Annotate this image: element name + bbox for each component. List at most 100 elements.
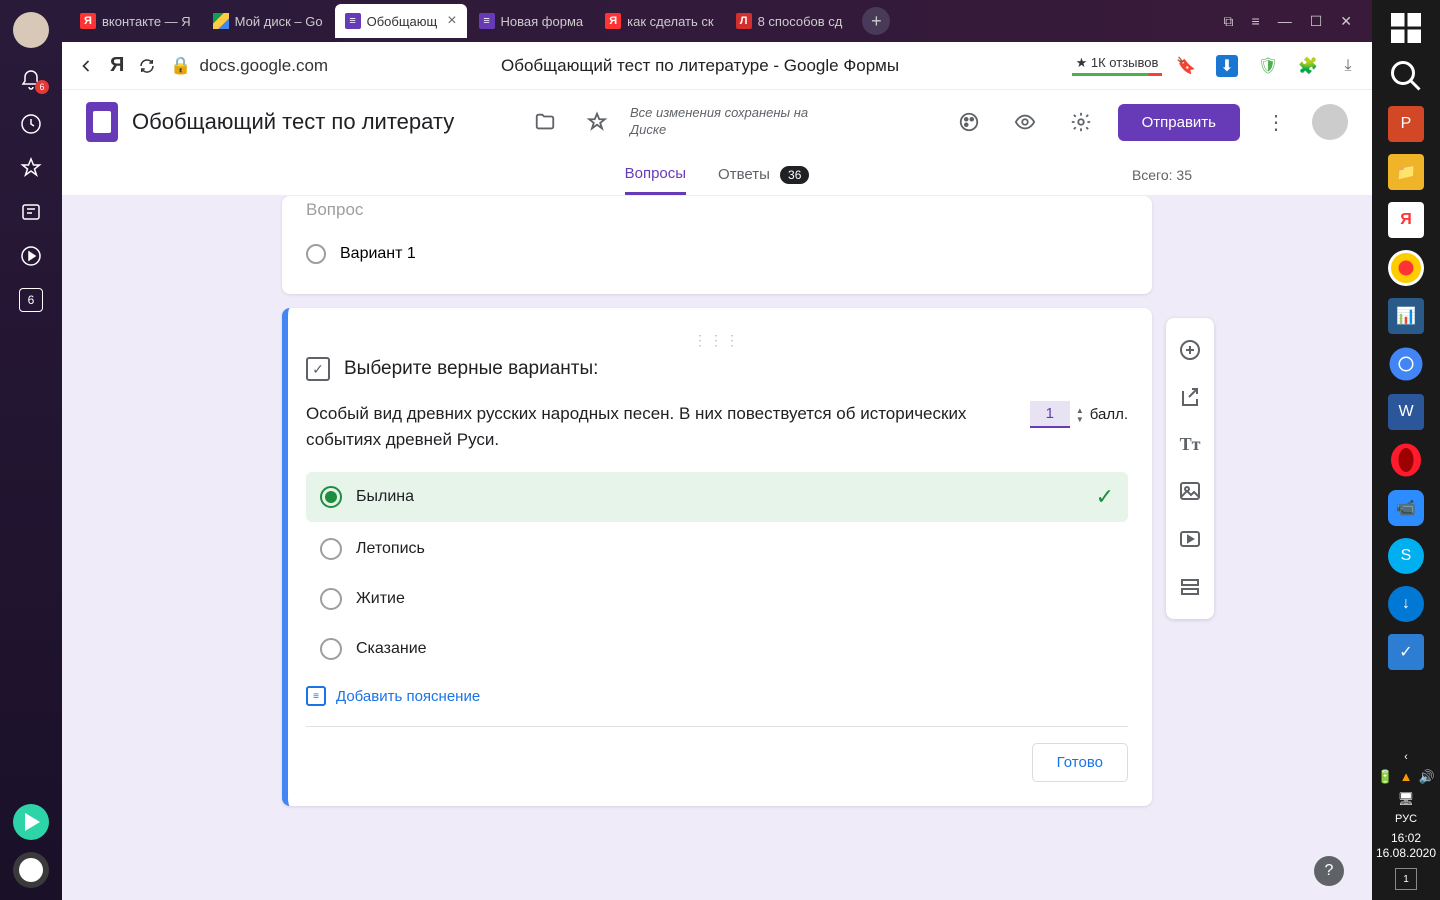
- opera-icon[interactable]: [1388, 442, 1424, 478]
- skype-icon[interactable]: S: [1388, 538, 1424, 574]
- tab-bar: Я вконтакте — Я Мой диск – Go ≡ Обобщающ…: [62, 0, 1372, 42]
- tray-icon[interactable]: ▲: [1400, 769, 1413, 785]
- chevron-up-icon[interactable]: ‹: [1404, 751, 1408, 763]
- yandex-app-icon[interactable]: Я: [1388, 202, 1424, 238]
- bookmark-icon[interactable]: 🔖: [1176, 56, 1196, 76]
- shield-icon[interactable]: 🛡: [1258, 56, 1278, 76]
- answer-option[interactable]: Сказание: [306, 626, 1128, 672]
- minimize-icon[interactable]: —: [1278, 13, 1292, 30]
- media-play-icon[interactable]: [13, 804, 49, 840]
- clock[interactable]: 16:02 16.08.2020: [1376, 831, 1436, 862]
- panel-icon[interactable]: ⧉: [1224, 13, 1234, 30]
- radio-icon: [320, 588, 342, 610]
- tabs-count[interactable]: 6: [19, 288, 43, 312]
- notifications-icon[interactable]: 6: [19, 68, 43, 92]
- yandex-browser-icon[interactable]: [1388, 250, 1424, 286]
- tab-search[interactable]: Я как сделать ск: [595, 4, 723, 38]
- account-avatar[interactable]: [1312, 104, 1348, 140]
- import-icon[interactable]: [1166, 374, 1214, 422]
- points-stepper[interactable]: ▲▼: [1076, 406, 1084, 424]
- answer-option-correct[interactable]: Былина ✓: [306, 472, 1128, 522]
- back-button[interactable]: [76, 56, 96, 76]
- explorer-icon[interactable]: 📁: [1388, 154, 1424, 190]
- close-window-icon[interactable]: ✕: [1340, 13, 1352, 30]
- more-icon[interactable]: ⋮: [1258, 102, 1294, 143]
- app-icon-1[interactable]: 📊: [1388, 298, 1424, 334]
- settings-icon[interactable]: [1062, 103, 1100, 141]
- powerpoint-icon[interactable]: P: [1388, 106, 1424, 142]
- tab-lifehacker[interactable]: Л 8 способов сд: [726, 4, 853, 38]
- download-ext-icon[interactable]: ⬇: [1216, 55, 1238, 77]
- forms-logo-icon[interactable]: [86, 102, 118, 142]
- tab-label: Мой диск – Go: [235, 14, 323, 29]
- option-row[interactable]: Вариант 1: [306, 238, 1128, 270]
- volume-icon[interactable]: 🔊: [1418, 769, 1434, 785]
- tab-drive[interactable]: Мой диск – Go: [203, 4, 333, 38]
- points-label: балл.: [1090, 406, 1128, 423]
- send-button[interactable]: Отправить: [1118, 104, 1240, 141]
- add-video-icon[interactable]: [1166, 515, 1214, 563]
- star-icon[interactable]: [19, 156, 43, 180]
- collections-icon[interactable]: [19, 200, 43, 224]
- page-title: Обобщающий тест по литературе - Google Ф…: [342, 56, 1058, 76]
- reviews-bar: [1072, 73, 1162, 76]
- yandex-alice-icon[interactable]: [13, 852, 49, 888]
- tray-icon[interactable]: 🖥: [1398, 791, 1415, 807]
- url-field[interactable]: 🔒 docs.google.com: [170, 56, 328, 76]
- notification-center-icon[interactable]: 1: [1395, 868, 1417, 890]
- zoom-icon[interactable]: 📹: [1388, 490, 1424, 526]
- language-indicator[interactable]: РУС: [1395, 813, 1417, 825]
- add-image-icon[interactable]: [1166, 467, 1214, 515]
- reload-button[interactable]: [138, 57, 156, 75]
- forms-app: Все изменения сохранены на Диске Отправи…: [62, 90, 1372, 900]
- tab-answers[interactable]: Ответы 36: [718, 156, 809, 193]
- start-icon[interactable]: [1388, 10, 1424, 46]
- tab-forms-active[interactable]: ≡ Обобщающ ×: [335, 4, 467, 38]
- add-section-icon[interactable]: [1166, 563, 1214, 611]
- lock-icon: 🔒: [170, 56, 191, 76]
- add-explanation-button[interactable]: ≡ Добавить пояснение: [306, 686, 1128, 706]
- new-tab-button[interactable]: +: [862, 7, 890, 35]
- history-icon[interactable]: [19, 112, 43, 136]
- tab-new-form[interactable]: ≡ Новая форма: [469, 4, 594, 38]
- preview-icon[interactable]: [1006, 103, 1044, 141]
- reviews-widget[interactable]: ★ 1К отзывов: [1072, 55, 1162, 76]
- extension-icon[interactable]: 🧩: [1298, 56, 1318, 76]
- folder-icon[interactable]: [526, 103, 564, 141]
- lh-icon: Л: [736, 13, 752, 29]
- menu-icon[interactable]: ≡: [1252, 13, 1260, 30]
- tab-vkontakte[interactable]: Я вконтакте — Я: [70, 4, 201, 38]
- drag-handle-icon[interactable]: ⋮⋮⋮: [306, 332, 1128, 349]
- star-outline-icon[interactable]: [578, 103, 616, 141]
- points-field[interactable]: [1030, 401, 1070, 428]
- play-circle-icon[interactable]: [19, 244, 43, 268]
- tab-questions[interactable]: Вопросы: [625, 155, 686, 195]
- user-avatar[interactable]: [13, 12, 49, 48]
- downloads-icon[interactable]: ⤓: [1338, 56, 1358, 76]
- question-description: Особый вид древних русских народных песе…: [306, 401, 1010, 452]
- window-controls: ⧉ ≡ — ☐ ✕: [1224, 13, 1364, 30]
- windows-taskbar: P 📁 Я 📊 W 📹 S ↓ ✓ ‹ 🔋 ▲ 🔊 🖥 РУС 16:02 16…: [1372, 0, 1440, 900]
- answer-option[interactable]: Летопись: [306, 526, 1128, 572]
- help-button[interactable]: ?: [1314, 856, 1344, 886]
- app-icon-3[interactable]: ✓: [1388, 634, 1424, 670]
- radio-icon: [306, 244, 326, 264]
- yandex-icon: Я: [605, 13, 621, 29]
- close-icon[interactable]: ×: [447, 12, 456, 30]
- add-title-icon[interactable]: Tᴛ: [1166, 422, 1214, 467]
- answer-option[interactable]: Житие: [306, 576, 1128, 622]
- tab-label: вконтакте — Я: [102, 14, 191, 29]
- maximize-icon[interactable]: ☐: [1310, 13, 1323, 30]
- app-icon-2[interactable]: ↓: [1388, 586, 1424, 622]
- search-icon[interactable]: [1388, 58, 1424, 94]
- done-button[interactable]: Готово: [1032, 743, 1128, 782]
- reviews-text: ★ 1К отзывов: [1076, 55, 1159, 71]
- add-question-icon[interactable]: [1166, 326, 1214, 374]
- yandex-logo[interactable]: Я: [110, 54, 124, 77]
- word-icon[interactable]: W: [1388, 394, 1424, 430]
- chrome-icon[interactable]: [1388, 346, 1424, 382]
- tray-icon[interactable]: 🔋: [1377, 769, 1393, 785]
- palette-icon[interactable]: [950, 103, 988, 141]
- form-title-input[interactable]: [132, 109, 512, 135]
- question-card-prev[interactable]: Вопрос Вариант 1: [282, 196, 1152, 294]
